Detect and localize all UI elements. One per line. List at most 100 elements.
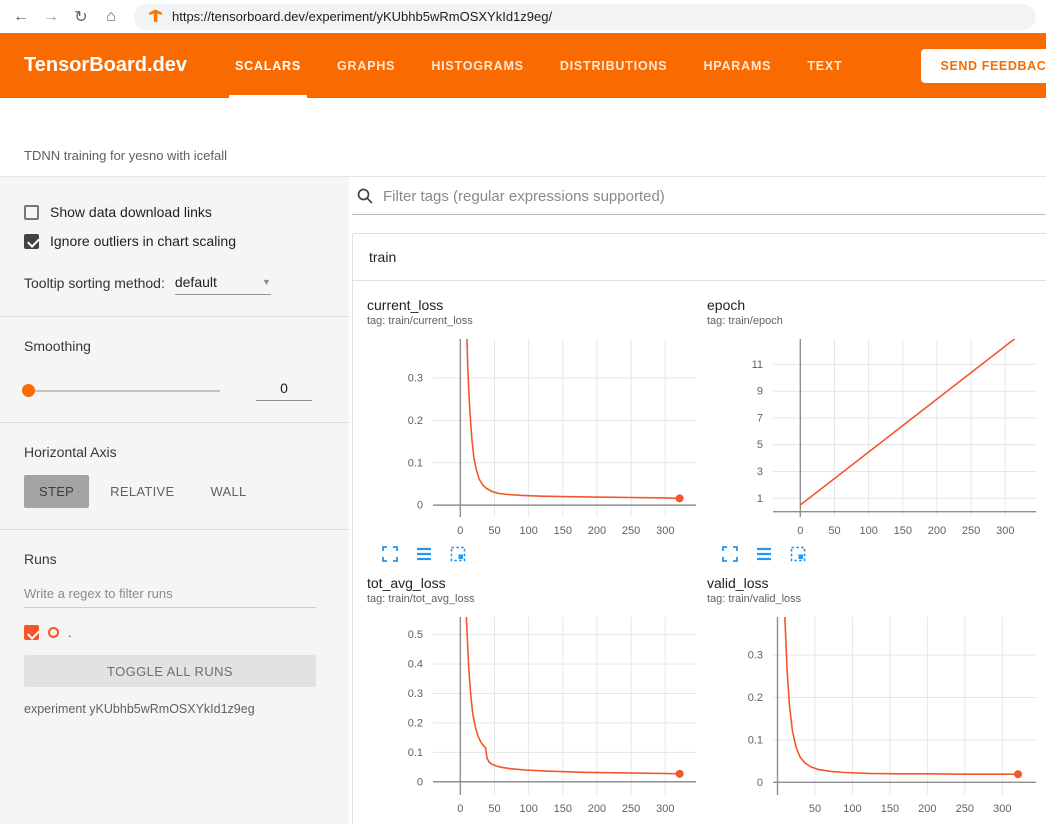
expand-chart-icon[interactable]	[721, 545, 739, 563]
svg-text:150: 150	[894, 525, 912, 537]
show-download-links-checkbox[interactable]	[24, 205, 39, 220]
log-scale-icon[interactable]	[415, 823, 433, 824]
svg-text:300: 300	[656, 525, 674, 537]
svg-text:0.2: 0.2	[408, 717, 423, 729]
svg-text:200: 200	[588, 525, 606, 537]
run-color-swatch	[48, 627, 59, 638]
chart-title: epoch	[707, 297, 1046, 313]
axis-button-wall[interactable]: WALL	[195, 475, 261, 508]
search-icon	[356, 187, 374, 205]
svg-text:1: 1	[757, 493, 763, 505]
tab-hparams[interactable]: HPARAMS	[703, 33, 771, 98]
ignore-outliers-label: Ignore outliers in chart scaling	[50, 233, 236, 249]
svg-text:50: 50	[488, 803, 500, 815]
run-name: .	[68, 625, 72, 640]
svg-text:0: 0	[797, 525, 803, 537]
line-chart[interactable]: 1357911050100150200250300	[707, 333, 1042, 543]
app-logo: TensorBoard.dev	[24, 54, 187, 77]
axis-buttons: STEPRELATIVEWALL	[24, 475, 314, 508]
tag-group-header[interactable]: train	[353, 234, 1046, 281]
log-scale-icon[interactable]	[755, 823, 773, 824]
svg-text:0.2: 0.2	[748, 692, 763, 704]
tooltip-sorting-label: Tooltip sorting method:	[24, 275, 165, 295]
smoothing-slider[interactable]	[24, 390, 220, 392]
nav-tabs: SCALARS GRAPHS HISTOGRAMS DISTRIBUTIONS HPAR…	[235, 33, 842, 98]
svg-text:300: 300	[993, 803, 1011, 815]
forward-icon[interactable]: →	[38, 4, 64, 30]
svg-text:100: 100	[843, 803, 861, 815]
horizontal-axis-label: Horizontal Axis	[24, 444, 314, 460]
svg-text:0: 0	[417, 776, 423, 788]
line-chart[interactable]: 00.10.20.350100150200250300	[707, 611, 1042, 821]
fit-domain-icon[interactable]	[449, 823, 467, 824]
smoothing-value-field[interactable]: 0	[256, 380, 312, 401]
address-bar[interactable]: https://tensorboard.dev/experiment/yKUbh…	[134, 4, 1036, 30]
chart-toolbar	[367, 545, 707, 563]
run-row[interactable]: .	[24, 625, 314, 640]
svg-text:200: 200	[928, 525, 946, 537]
expand-chart-icon[interactable]	[381, 823, 399, 824]
svg-text:0.1: 0.1	[408, 457, 423, 469]
expand-chart-icon[interactable]	[721, 823, 739, 824]
chart-canvas[interactable]: 00.10.20.350100150200250300	[707, 611, 1042, 821]
chart-title: tot_avg_loss	[367, 575, 707, 591]
svg-text:9: 9	[757, 386, 763, 398]
chart-card: tot_avg_loss tag: train/tot_avg_loss 00.…	[367, 563, 707, 824]
chart-canvas[interactable]: 00.10.20.3050100150200250300	[367, 333, 702, 543]
line-chart[interactable]: 00.10.20.3050100150200250300	[367, 333, 702, 543]
chart-toolbar	[707, 823, 1046, 824]
reload-icon[interactable]: ↻	[68, 4, 94, 30]
app-header: TensorBoard.dev SCALARS GRAPHS HISTOGRAMS D…	[0, 33, 1046, 98]
tooltip-sorting-select[interactable]: default ▼	[175, 274, 271, 295]
ignore-outliers-checkbox[interactable]	[24, 234, 39, 249]
svg-text:150: 150	[554, 525, 572, 537]
chart-toolbar	[707, 545, 1046, 563]
runs-filter-input[interactable]	[24, 582, 316, 608]
svg-text:0.3: 0.3	[748, 650, 763, 662]
fit-domain-icon[interactable]	[789, 545, 807, 563]
show-download-links-label: Show data download links	[50, 204, 212, 220]
log-scale-icon[interactable]	[415, 545, 433, 563]
chart-canvas[interactable]: 00.10.20.30.40.5050100150200250300	[367, 611, 702, 821]
chart-tag: tag: train/valid_loss	[707, 593, 1046, 605]
tensorboard-favicon	[148, 9, 163, 24]
fit-domain-icon[interactable]	[789, 823, 807, 824]
tab-scalars[interactable]: SCALARS	[235, 33, 301, 98]
expand-chart-icon[interactable]	[381, 545, 399, 563]
divider	[0, 422, 349, 423]
fit-domain-icon[interactable]	[449, 545, 467, 563]
main-panel: train current_loss tag: train/current_lo…	[349, 177, 1046, 824]
chart-toolbar	[367, 823, 707, 824]
log-scale-icon[interactable]	[755, 545, 773, 563]
svg-text:7: 7	[757, 412, 763, 424]
svg-text:0: 0	[457, 525, 463, 537]
home-icon[interactable]: ⌂	[98, 4, 124, 30]
axis-button-step[interactable]: STEP	[24, 475, 89, 508]
tab-graphs[interactable]: GRAPHS	[337, 33, 395, 98]
svg-text:50: 50	[828, 525, 840, 537]
chart-title: current_loss	[367, 297, 707, 313]
svg-text:0: 0	[417, 500, 423, 512]
run-checkbox[interactable]	[24, 625, 39, 640]
chart-card: epoch tag: train/epoch 13579110501001502…	[707, 285, 1046, 563]
chart-card: valid_loss tag: train/valid_loss 00.10.2…	[707, 563, 1046, 824]
line-chart[interactable]: 00.10.20.30.40.5050100150200250300	[367, 611, 702, 821]
chart-canvas[interactable]: 1357911050100150200250300	[707, 333, 1042, 543]
smoothing-slider-thumb[interactable]	[22, 384, 35, 397]
url-text: https://tensorboard.dev/experiment/yKUbh…	[172, 9, 552, 24]
tab-histograms[interactable]: HISTOGRAMS	[431, 33, 524, 98]
tab-distributions[interactable]: DISTRIBUTIONS	[560, 33, 668, 98]
tab-text[interactable]: TEXT	[807, 33, 842, 98]
svg-text:0: 0	[757, 777, 763, 789]
svg-text:250: 250	[622, 803, 640, 815]
toggle-all-runs-button[interactable]: TOGGLE ALL RUNS	[24, 655, 316, 687]
axis-button-relative[interactable]: RELATIVE	[95, 475, 189, 508]
chart-title: valid_loss	[707, 575, 1046, 591]
runs-label: Runs	[24, 551, 314, 567]
svg-text:50: 50	[809, 803, 821, 815]
tag-filter-input[interactable]	[383, 188, 1046, 205]
back-icon[interactable]: ←	[8, 4, 34, 30]
send-feedback-button[interactable]: SEND FEEDBACK	[921, 49, 1046, 83]
svg-text:200: 200	[588, 803, 606, 815]
svg-text:250: 250	[962, 525, 980, 537]
